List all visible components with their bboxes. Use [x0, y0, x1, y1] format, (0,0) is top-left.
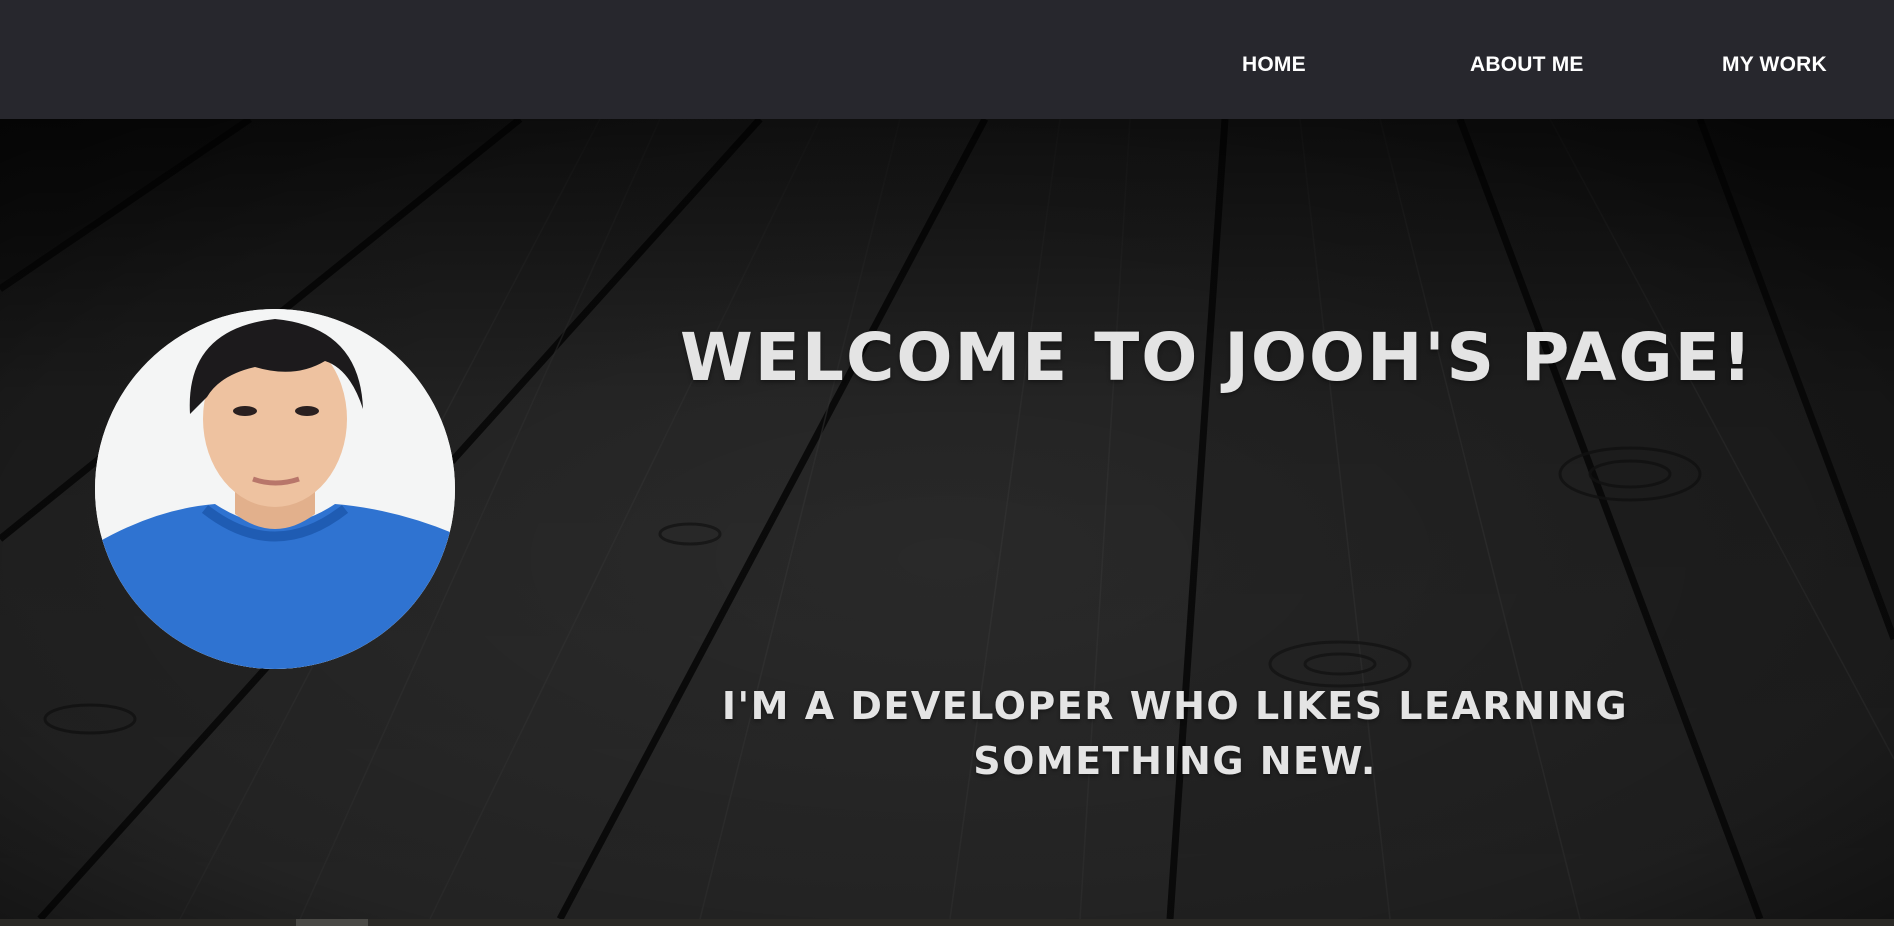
hero-section: WELCOME TO JOOH'S PAGE! I'M A DEVELOPER …: [0, 119, 1894, 919]
profile-photo: [95, 309, 455, 669]
nav-about-link[interactable]: ABOUT ME: [1470, 53, 1584, 77]
nav-work-link[interactable]: MY WORK: [1722, 53, 1827, 77]
hero-tagline: I'M A DEVELOPER WHO LIKES LEARNING SOMET…: [721, 684, 1629, 783]
hero-headline: WELCOME TO JOOH'S PAGE!: [680, 319, 1754, 396]
nav-home-link[interactable]: HOME: [1242, 53, 1306, 77]
bottom-strip: [0, 919, 1894, 926]
profile-avatar: [95, 309, 455, 669]
bottom-strip-segment: [296, 919, 368, 926]
top-navbar: HOME ABOUT ME MY WORK: [0, 0, 1894, 119]
